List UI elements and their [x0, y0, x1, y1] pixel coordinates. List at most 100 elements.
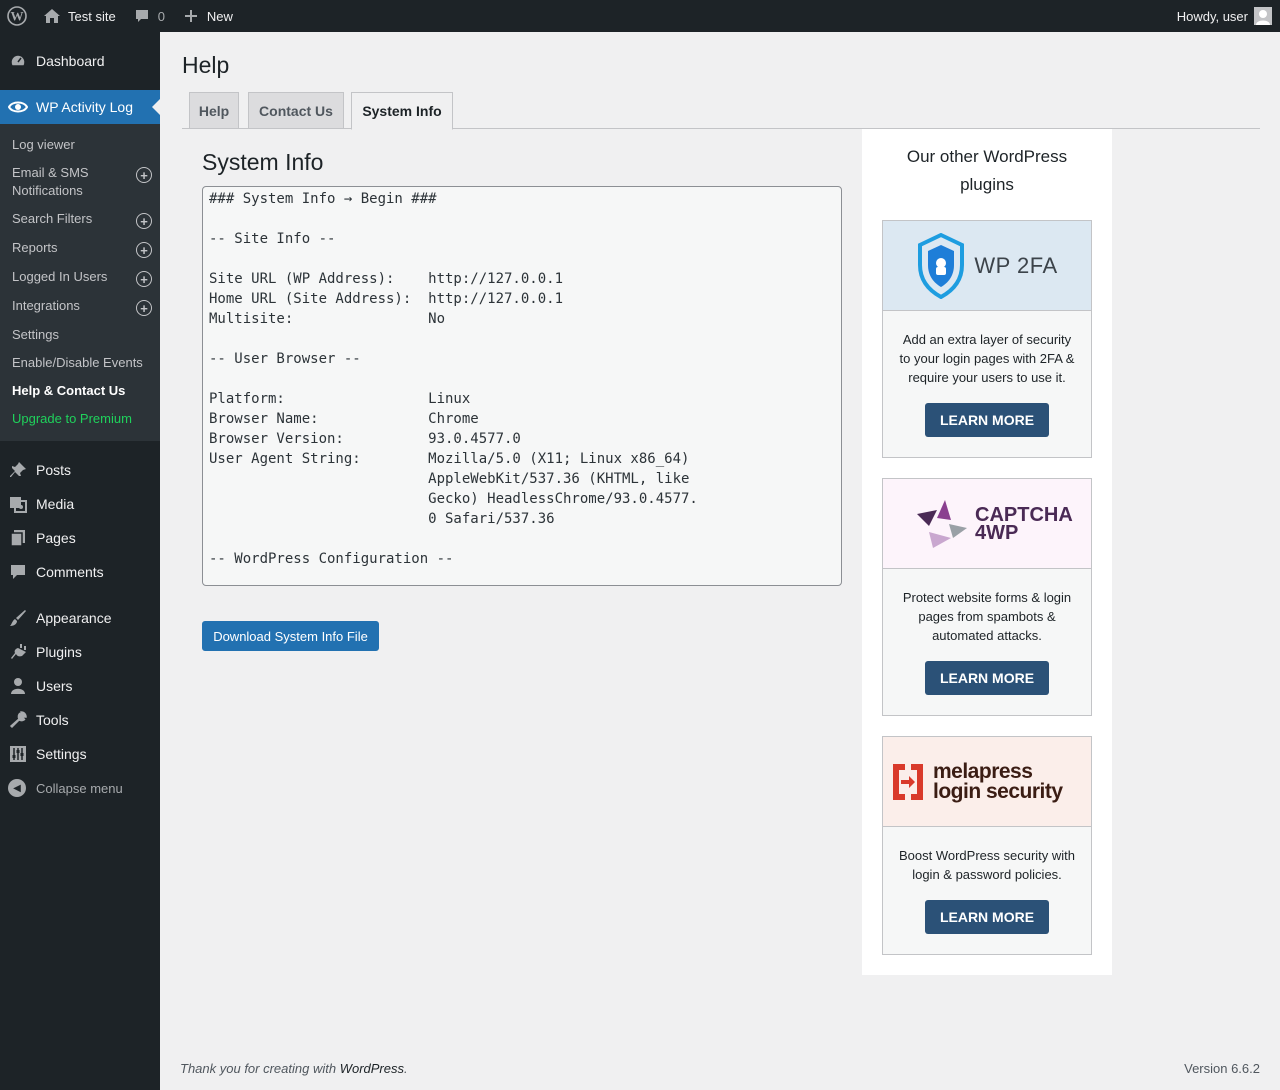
wp2fa-logo-text: WP 2FA	[974, 252, 1058, 278]
tab-bar: Help Contact Us System Info	[182, 92, 1260, 130]
footer-thanks-text: Thank you for creating with	[180, 1061, 340, 1076]
expand-plus-icon[interactable]: +	[136, 242, 152, 258]
site-name-link[interactable]: Test site	[34, 0, 124, 32]
captcha4wp-description: Protect website forms & login pages from…	[902, 590, 1072, 643]
menu-tools[interactable]: Tools	[0, 703, 160, 737]
system-info-textarea[interactable]: ### System Info → Begin ### -- Site Info…	[202, 186, 842, 586]
paintbrush-icon	[8, 608, 28, 628]
menu-dashboard[interactable]: Dashboard	[0, 44, 160, 78]
menu-tools-label: Tools	[36, 712, 69, 728]
activity-log-submenu: Log viewer Email & SMS Notifications + Se…	[0, 124, 160, 441]
expand-plus-icon[interactable]: +	[136, 300, 152, 316]
submenu-enable-disable-events[interactable]: Enable/Disable Events	[0, 349, 160, 377]
howdy-text: Howdy, user	[1176, 8, 1248, 24]
menu-users-label: Users	[36, 678, 73, 694]
melapress-learn-more-button[interactable]: LEARN MORE	[925, 900, 1049, 934]
download-system-info-button[interactable]: Download System Info File	[202, 621, 379, 651]
tab-contact-us[interactable]: Contact Us	[248, 92, 344, 129]
menu-settings-label: Settings	[36, 746, 87, 762]
captcha4wp-logo-text: CAPTCHA 4WP	[975, 503, 1073, 544]
menu-media[interactable]: Media	[0, 487, 160, 521]
submenu-label: Help & Contact Us	[12, 383, 126, 398]
menu-pages[interactable]: Pages	[0, 521, 160, 555]
settings-sliders-icon	[8, 744, 28, 764]
expand-plus-icon[interactable]: +	[136, 213, 152, 229]
home-icon	[42, 6, 62, 26]
admin-sidebar: Dashboard WP Activity Log Log viewer Ema…	[0, 32, 160, 1090]
menu-appearance-label: Appearance	[36, 610, 112, 626]
collapse-menu-button[interactable]: ◀ Collapse menu	[0, 771, 160, 805]
my-account[interactable]: Howdy, user	[1177, 7, 1280, 25]
collapse-arrow-icon: ◀	[8, 779, 26, 797]
other-plugins-panel: Our other WordPress plugins WP 2FA Add a…	[862, 129, 1112, 975]
submenu-label: Email & SMS Notifications	[12, 165, 89, 198]
footer-thanks: Thank you for creating with WordPress.	[180, 1061, 408, 1076]
melapress-banner: melapress login security	[883, 737, 1091, 827]
submenu-search-filters[interactable]: Search Filters +	[0, 205, 160, 234]
menu-posts-label: Posts	[36, 462, 72, 478]
menu-pages-label: Pages	[36, 530, 76, 546]
submenu-settings[interactable]: Settings	[0, 321, 160, 349]
site-name: Test site	[68, 8, 116, 24]
plus-icon	[181, 6, 201, 26]
main-content: Help Help Contact Us System Info System …	[160, 32, 1280, 1090]
submenu-label: Search Filters	[12, 211, 93, 226]
menu-settings[interactable]: Settings	[0, 737, 160, 771]
plugin-card-melapress: melapress login security Boost WordPress…	[882, 736, 1092, 955]
wordpress-logo-icon[interactable]: W	[0, 0, 34, 32]
submenu-help-contact-us[interactable]: Help & Contact Us	[0, 377, 160, 405]
submenu-label: Log viewer	[12, 137, 75, 152]
menu-wp-activity-log[interactable]: WP Activity Log	[0, 90, 160, 124]
menu-appearance[interactable]: Appearance	[0, 601, 160, 635]
submenu-label: Upgrade to Premium	[12, 411, 132, 426]
menu-users[interactable]: Users	[0, 669, 160, 703]
menu-comments-label: Comments	[36, 564, 104, 580]
comment-icon	[8, 562, 28, 582]
svg-text:W: W	[11, 9, 24, 24]
shield-lock-icon	[916, 232, 966, 299]
expand-plus-icon[interactable]: +	[136, 271, 152, 287]
footer-thanks-suffix: .	[404, 1061, 408, 1076]
expand-plus-icon[interactable]: +	[136, 167, 152, 183]
submenu-email-sms-notifications[interactable]: Email & SMS Notifications +	[0, 159, 160, 205]
melapress-description: Boost WordPress security with login & pa…	[898, 848, 1076, 882]
other-plugins-title-text: Our other WordPress plugins	[906, 147, 1068, 194]
captcha-arrows-icon	[915, 498, 967, 550]
wp2fa-banner: WP 2FA	[883, 221, 1091, 311]
tab-help[interactable]: Help	[189, 92, 239, 129]
footer-wordpress-link[interactable]: WordPress	[340, 1061, 404, 1076]
captcha4wp-learn-more-button[interactable]: LEARN MORE	[925, 661, 1049, 695]
menu-dashboard-label: Dashboard	[36, 53, 105, 69]
submenu-label: Reports	[12, 240, 58, 255]
plugin-card-captcha4wp: CAPTCHA 4WP Protect website forms & logi…	[882, 478, 1092, 716]
submenu-logged-in-users[interactable]: Logged In Users +	[0, 263, 160, 292]
menu-plugins-label: Plugins	[36, 644, 82, 660]
new-label: New	[206, 8, 233, 24]
current-menu-arrow	[152, 99, 160, 115]
avatar	[1254, 7, 1272, 25]
submenu-integrations[interactable]: Integrations +	[0, 292, 160, 321]
submenu-label: Settings	[12, 327, 59, 342]
tab-system-info[interactable]: System Info	[351, 92, 453, 130]
pages-icon	[8, 528, 28, 548]
menu-posts[interactable]: Posts	[0, 453, 160, 487]
comments-count: 0	[157, 8, 165, 24]
admin-bar: W Test site 0 New Howdy, user	[0, 0, 1280, 32]
plug-icon	[8, 642, 28, 662]
menu-comments[interactable]: Comments	[0, 555, 160, 589]
comments-link[interactable]: 0	[124, 0, 173, 32]
wp2fa-description: Add an extra layer of security to your l…	[899, 332, 1075, 385]
submenu-reports[interactable]: Reports +	[0, 234, 160, 263]
footer-version: Version 6.6.2	[1184, 1061, 1260, 1076]
submenu-upgrade-to-premium[interactable]: Upgrade to Premium	[0, 405, 160, 433]
menu-plugins[interactable]: Plugins	[0, 635, 160, 669]
menu-media-label: Media	[36, 496, 75, 512]
system-info-heading: System Info	[202, 149, 324, 175]
submenu-log-viewer[interactable]: Log viewer	[0, 131, 160, 159]
pushpin-icon	[8, 460, 28, 480]
menu-activity-log-label: WP Activity Log	[36, 99, 134, 115]
melapress-logo-text: melapress login security	[933, 759, 1063, 803]
new-content-link[interactable]: New	[173, 0, 241, 32]
wp2fa-learn-more-button[interactable]: LEARN MORE	[925, 403, 1049, 437]
page-title: Help	[182, 52, 230, 78]
